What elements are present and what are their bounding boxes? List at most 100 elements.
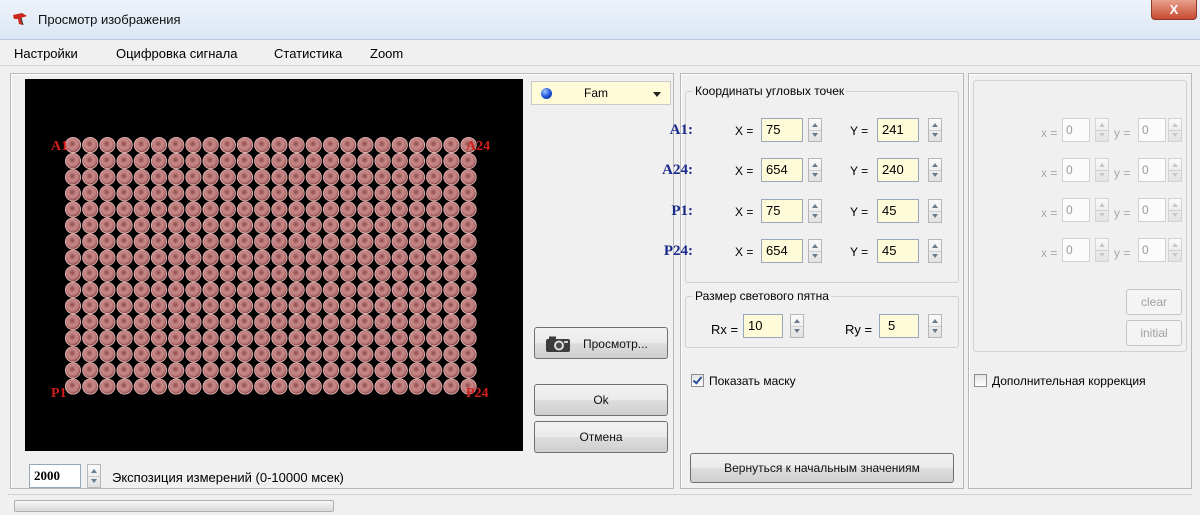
plate-well xyxy=(168,362,185,379)
a1-x-spinner[interactable] xyxy=(808,118,822,142)
a1-y-spinner[interactable] xyxy=(928,118,942,142)
extra-y-spinner-2[interactable] xyxy=(1168,158,1182,182)
plate-well xyxy=(150,314,168,331)
show-mask-checkbox[interactable] xyxy=(691,374,704,387)
plate-well xyxy=(408,362,426,379)
ok-button[interactable]: Ok xyxy=(534,384,668,416)
plate-well xyxy=(99,378,116,395)
plate-well xyxy=(288,346,305,363)
close-button[interactable]: X xyxy=(1151,0,1197,20)
extra-y-label-1: y = xyxy=(1114,126,1131,140)
plate-well xyxy=(99,136,116,154)
plate-well xyxy=(64,297,82,315)
menu-statistics[interactable]: Статистика xyxy=(274,46,342,61)
plate-well xyxy=(357,378,374,395)
plate-well xyxy=(236,378,254,395)
p24-x-spinner[interactable] xyxy=(808,239,822,263)
extra-x-input-3[interactable]: 0 xyxy=(1062,198,1090,222)
horizontal-scrollbar[interactable] xyxy=(14,500,334,512)
plate-well xyxy=(374,153,391,170)
plate-well xyxy=(82,297,99,315)
plate-well xyxy=(271,362,288,379)
plate-well xyxy=(254,378,271,395)
exposure-spinner[interactable] xyxy=(87,464,101,488)
plate-well xyxy=(202,362,219,379)
plate-well xyxy=(357,136,374,154)
extra-x-input-2[interactable]: 0 xyxy=(1062,158,1090,182)
extra-x-spinner-2[interactable] xyxy=(1095,158,1109,182)
extra-y-input-3[interactable]: 0 xyxy=(1138,198,1166,222)
plate-image-view[interactable]: A1 A24 P1 P24 xyxy=(25,79,523,451)
preview-button[interactable]: Просмотр... xyxy=(534,327,668,359)
cancel-button[interactable]: Отмена xyxy=(534,421,668,453)
exposure-input[interactable]: 2000 xyxy=(29,464,81,488)
plate-well xyxy=(82,265,99,282)
p1-y-input[interactable]: 45 xyxy=(877,199,919,223)
additional-correction-checkbox[interactable] xyxy=(974,374,987,387)
plate-well xyxy=(236,265,254,282)
plate-well xyxy=(288,201,305,218)
plate-well xyxy=(357,297,374,315)
plate-well xyxy=(185,314,202,331)
a1-x-input[interactable]: 75 xyxy=(761,118,803,142)
extra-x-input-4[interactable]: 0 xyxy=(1062,238,1090,262)
plate-well xyxy=(202,185,219,202)
plate-wells xyxy=(64,136,477,395)
ry-input[interactable]: 5 xyxy=(879,314,919,338)
initial-button[interactable]: initial xyxy=(1126,320,1182,346)
check-icon xyxy=(692,374,703,385)
plate-well xyxy=(426,249,443,266)
p24-y-spinner[interactable] xyxy=(928,239,942,263)
extra-x-input-1[interactable]: 0 xyxy=(1062,118,1090,142)
menu-settings[interactable]: Настройки xyxy=(14,46,78,61)
rx-spinner[interactable] xyxy=(790,314,804,338)
extra-x-spinner-4[interactable] xyxy=(1095,238,1109,262)
p1-x-spinner[interactable] xyxy=(808,199,822,223)
plate-well xyxy=(168,265,185,282)
plate-well xyxy=(374,169,391,186)
a24-x-input[interactable]: 654 xyxy=(761,158,803,182)
menu-zoom[interactable]: Zoom xyxy=(370,46,403,61)
extra-y-spinner-4[interactable] xyxy=(1168,238,1182,262)
plate-well xyxy=(133,265,150,282)
plate-well xyxy=(288,378,305,395)
plate-well xyxy=(374,297,391,315)
plate-well xyxy=(460,297,477,315)
a24-y-input[interactable]: 240 xyxy=(877,158,919,182)
channel-dropdown[interactable]: Fam xyxy=(531,81,671,105)
plate-well xyxy=(391,378,408,395)
plate-well xyxy=(460,201,477,218)
plate-well xyxy=(357,346,374,363)
a24-x-spinner[interactable] xyxy=(808,158,822,182)
plate-well xyxy=(133,362,150,379)
extra-y-input-1[interactable]: 0 xyxy=(1138,118,1166,142)
menu-signal-digitization[interactable]: Оцифровка сигнала xyxy=(116,46,237,61)
plate-well xyxy=(99,233,116,250)
plate-well xyxy=(116,314,133,331)
clear-button[interactable]: clear xyxy=(1126,289,1182,315)
p24-x-label: X = xyxy=(735,245,754,259)
plate-well xyxy=(116,297,133,315)
extra-x-spinner-1[interactable] xyxy=(1095,118,1109,142)
p1-y-spinner[interactable] xyxy=(928,199,942,223)
plate-well xyxy=(150,201,168,218)
plate-well xyxy=(305,330,322,347)
plate-well xyxy=(116,169,133,186)
extra-y-input-4[interactable]: 0 xyxy=(1138,238,1166,262)
plate-well xyxy=(374,233,391,250)
p24-y-input[interactable]: 45 xyxy=(877,239,919,263)
plate-well xyxy=(236,169,254,186)
extra-x-spinner-3[interactable] xyxy=(1095,198,1109,222)
a1-y-input[interactable]: 241 xyxy=(877,118,919,142)
extra-y-spinner-1[interactable] xyxy=(1168,118,1182,142)
rx-input[interactable]: 10 xyxy=(743,314,783,338)
extra-y-spinner-3[interactable] xyxy=(1168,198,1182,222)
p1-x-input[interactable]: 75 xyxy=(761,199,803,223)
reset-defaults-button[interactable]: Вернуться к начальным значениям xyxy=(690,453,954,483)
ry-spinner[interactable] xyxy=(928,314,942,338)
additional-correction-label: Дополнительная коррекция xyxy=(992,374,1146,388)
extra-y-input-2[interactable]: 0 xyxy=(1138,158,1166,182)
a24-y-spinner[interactable] xyxy=(928,158,942,182)
a24-y-label: Y = xyxy=(850,164,869,178)
p24-x-input[interactable]: 654 xyxy=(761,239,803,263)
